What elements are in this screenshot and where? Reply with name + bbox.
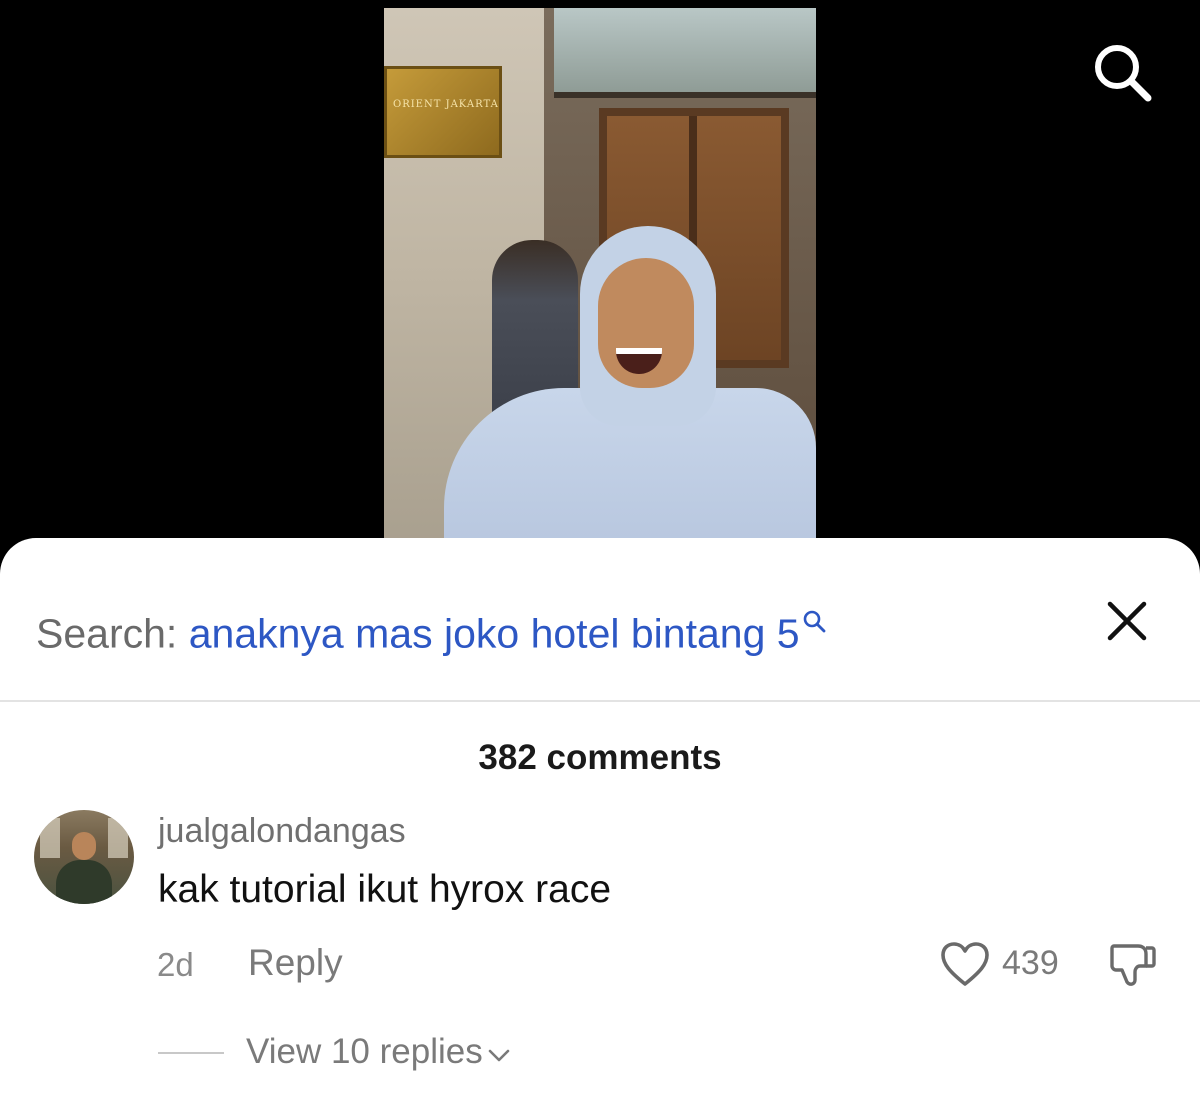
search-icon [802,596,826,643]
app-screen: ORIENT JAKARTA Search: anaknya mas joko … [0,0,1200,1105]
video-player[interactable]: ORIENT JAKARTA [384,8,816,543]
dislike-icon[interactable] [1108,940,1158,990]
search-suggestion[interactable]: Search: anaknya mas joko hotel bintang 5 [36,596,826,658]
heart-icon[interactable] [940,942,990,988]
replies-divider [158,1052,224,1054]
view-replies-button[interactable]: View 10 replies [246,1032,511,1074]
chevron-down-icon [487,1034,511,1074]
comment-count: 382 comments [478,738,722,777]
comment-text: kak tutorial ikut hyrox race [158,868,612,911]
avatar-window-left [40,818,60,858]
comment-time: 2d [157,946,194,983]
comment-username[interactable]: jualgalondangas [158,812,406,851]
avatar-window-right [108,818,128,858]
search-prefix: Search: [36,610,178,657]
video-canopy [554,8,816,98]
like-count: 439 [1002,944,1059,982]
reply-button[interactable]: Reply [248,942,343,984]
view-replies-label: View 10 replies [246,1032,483,1071]
hotel-sign: ORIENT JAKARTA [384,66,502,158]
avatar-head [72,832,96,860]
search-query-link[interactable]: anaknya mas joko hotel bintang 5 [189,611,800,657]
close-icon[interactable] [1104,598,1150,644]
avatar-body [56,860,112,904]
avatar[interactable] [34,810,134,904]
search-icon[interactable] [1090,40,1154,104]
comments-sheet: Search: anaknya mas joko hotel bintang 5… [0,538,1200,1105]
hotel-sign-text: ORIENT JAKARTA [393,99,499,110]
search-suggestion-bar[interactable]: Search: anaknya mas joko hotel bintang 5 [0,538,1200,702]
